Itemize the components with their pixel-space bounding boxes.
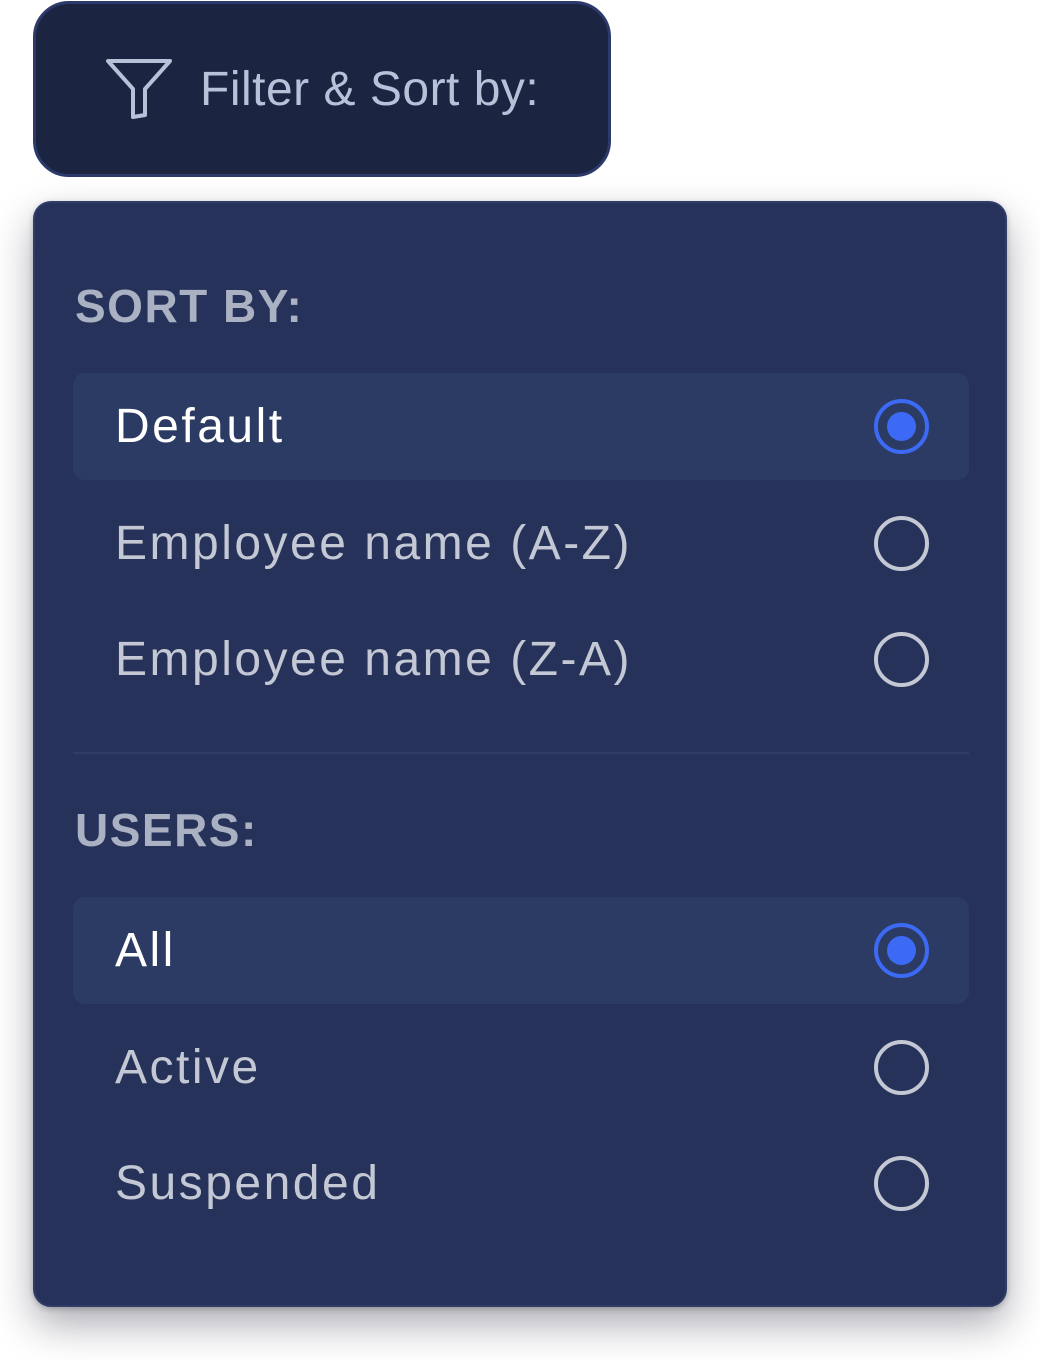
filter-sort-label: Filter & Sort by: bbox=[200, 62, 540, 116]
section-divider bbox=[73, 752, 969, 754]
users-option-label: Suspended bbox=[115, 1157, 381, 1210]
users-option-label: Active bbox=[115, 1041, 261, 1094]
users-option-active[interactable]: Active bbox=[73, 1014, 969, 1121]
sort-by-heading: SORT BY: bbox=[75, 280, 304, 332]
radio-unchecked-icon[interactable] bbox=[874, 1156, 929, 1211]
filter-sort-widget: Filter & Sort by: SORT BY: Default Emplo… bbox=[0, 0, 1040, 1360]
filter-funnel-icon bbox=[104, 57, 174, 121]
users-option-label: All bbox=[115, 924, 176, 977]
sort-option-name-desc[interactable]: Employee name (Z-A) bbox=[73, 606, 969, 713]
radio-checked-icon[interactable] bbox=[874, 399, 929, 454]
sort-option-default[interactable]: Default bbox=[73, 373, 969, 480]
filter-sort-dropdown: SORT BY: Default Employee name (A-Z) Emp… bbox=[33, 201, 1007, 1307]
sort-option-label: Employee name (Z-A) bbox=[115, 633, 632, 686]
sort-option-label: Employee name (A-Z) bbox=[115, 517, 632, 570]
users-option-all[interactable]: All bbox=[73, 897, 969, 1004]
filter-sort-button[interactable]: Filter & Sort by: bbox=[33, 1, 611, 177]
sort-option-name-asc[interactable]: Employee name (A-Z) bbox=[73, 490, 969, 597]
users-option-suspended[interactable]: Suspended bbox=[73, 1130, 969, 1237]
radio-unchecked-icon[interactable] bbox=[874, 1040, 929, 1095]
users-heading: USERS: bbox=[75, 804, 258, 856]
radio-unchecked-icon[interactable] bbox=[874, 516, 929, 571]
radio-unchecked-icon[interactable] bbox=[874, 632, 929, 687]
radio-checked-icon[interactable] bbox=[874, 923, 929, 978]
sort-option-label: Default bbox=[115, 400, 285, 453]
